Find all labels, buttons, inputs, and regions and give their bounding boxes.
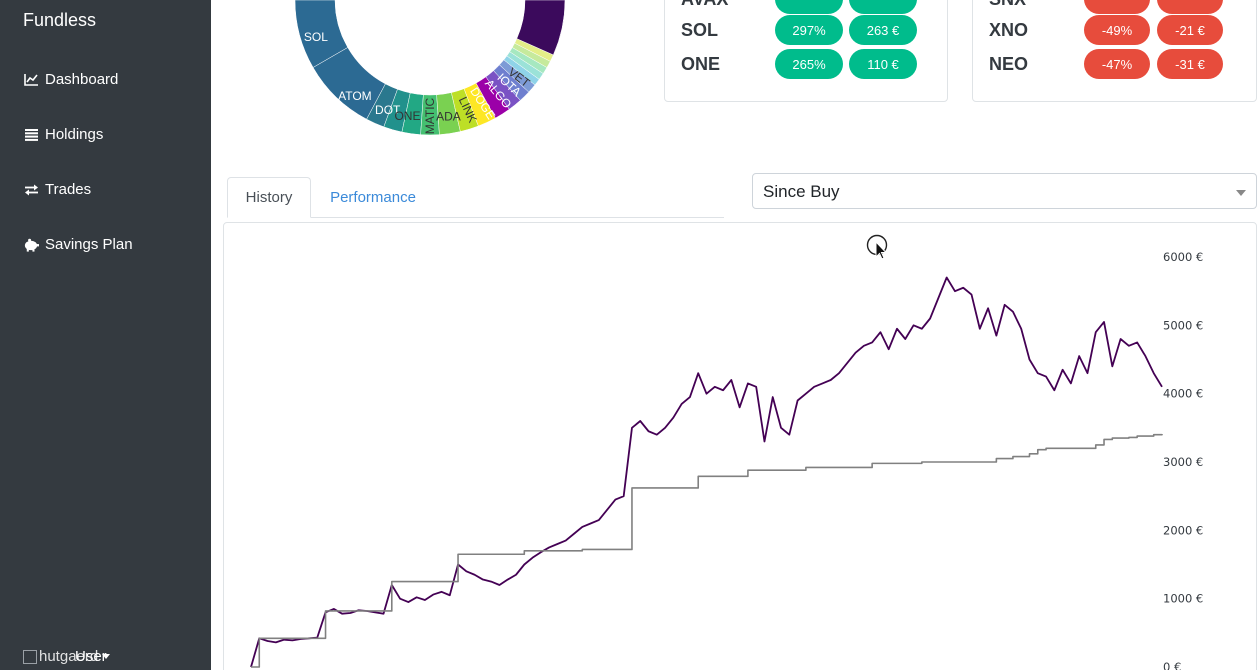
- donut-label: ONE: [394, 109, 420, 123]
- invested-amount-line[interactable]: [251, 433, 1163, 668]
- percent-badge: -47%: [1084, 49, 1150, 79]
- portfolio-value-line[interactable]: [250, 276, 1163, 668]
- loser-row: NEO -47% -31 €: [973, 49, 1256, 79]
- y-tick-label: 4000 €: [1163, 387, 1203, 401]
- sidebar-item-label: Holdings: [45, 126, 104, 143]
- y-tick-label: 5000 €: [1163, 318, 1203, 332]
- y-tick-label: 0 €: [1163, 660, 1181, 670]
- chart-tabs: History Performance: [227, 177, 724, 218]
- value-badge: -21 €: [1157, 15, 1223, 45]
- user-name-area: hutgaerd User: [39, 648, 107, 665]
- value-badge: [849, 0, 917, 14]
- donut-label: ATOM: [338, 89, 372, 103]
- allocation-donut[interactable]: SOLATOMDOTONE MATIC ADALINKDOGEALGOIOTAVET: [240, 0, 620, 150]
- tab-performance[interactable]: Performance: [327, 177, 419, 218]
- top-losers-card: SNX XNO -49% -21 € NEO -47% -31 €: [972, 0, 1257, 102]
- piggy-bank-icon: [23, 238, 39, 252]
- chart-line-icon: [23, 73, 39, 87]
- sidebar: Fundless Dashboard Holdings Trades Savin…: [0, 0, 211, 670]
- value-badge: [1157, 0, 1223, 14]
- sidebar-item-label: Trades: [45, 181, 92, 198]
- coin-symbol: NEO: [989, 53, 1029, 74]
- y-tick-label: 3000 €: [1163, 455, 1203, 469]
- list-icon: [23, 128, 39, 142]
- sidebar-item-trades[interactable]: Trades: [23, 181, 91, 198]
- value-badge: 263 €: [849, 15, 917, 45]
- loser-row: SNX: [973, 0, 1256, 14]
- app-root: Fundless Dashboard Holdings Trades Savin…: [0, 0, 1260, 670]
- y-tick-label: 6000 €: [1163, 250, 1203, 264]
- mouse-cursor-icon: [866, 234, 888, 260]
- history-chart-card: 6000 € 5000 € 4000 € 3000 € 2000 € 1000 € 0 €: [223, 222, 1257, 670]
- donut-label: ADA: [436, 110, 461, 124]
- chevron-down-icon: [1236, 190, 1246, 196]
- user-menu[interactable]: hutgaerd User: [23, 648, 111, 665]
- brand-title[interactable]: Fundless: [23, 10, 96, 31]
- coin-symbol: XNO: [989, 19, 1029, 40]
- avatar: [23, 649, 37, 664]
- donut-label: SOL: [304, 30, 328, 44]
- sidebar-item-label: Dashboard: [45, 71, 119, 88]
- top-winners-card: AVAX SOL 297% 263 € ONE 265% 110 €: [664, 0, 948, 102]
- tab-history[interactable]: History: [227, 177, 311, 218]
- percent-badge: 265%: [775, 49, 843, 79]
- sidebar-item-holdings[interactable]: Holdings: [23, 126, 103, 143]
- y-tick-label: 2000 €: [1163, 523, 1203, 537]
- user-name: User: [75, 648, 107, 665]
- y-tick-label: 1000 €: [1163, 592, 1203, 606]
- coin-symbol: SOL: [681, 19, 719, 40]
- history-chart[interactable]: 6000 € 5000 € 4000 € 3000 € 2000 € 1000 € 0 €: [224, 223, 1258, 670]
- range-select-value: Since Buy: [763, 182, 840, 201]
- coin-symbol: ONE: [681, 53, 721, 74]
- coin-symbol: AVAX: [681, 0, 728, 10]
- coin-symbol: SNX: [989, 0, 1026, 10]
- sidebar-item-dashboard[interactable]: Dashboard: [23, 71, 118, 88]
- winner-row: AVAX: [665, 0, 947, 14]
- percent-badge: [775, 0, 843, 14]
- range-select[interactable]: Since Buy: [752, 173, 1257, 209]
- value-badge: 110 €: [849, 49, 917, 79]
- sidebar-item-savings-plan[interactable]: Savings Plan: [23, 236, 133, 253]
- winner-row: SOL 297% 263 €: [665, 15, 947, 45]
- sidebar-item-label: Savings Plan: [45, 236, 133, 253]
- winner-row: ONE 265% 110 €: [665, 49, 947, 79]
- donut-label: MATIC: [423, 97, 437, 134]
- percent-badge: [1084, 0, 1150, 14]
- percent-badge: -49%: [1084, 15, 1150, 45]
- exchange-arrows-icon: [23, 183, 39, 197]
- percent-badge: 297%: [775, 15, 843, 45]
- value-badge: -31 €: [1157, 49, 1223, 79]
- loser-row: XNO -49% -21 €: [973, 15, 1256, 45]
